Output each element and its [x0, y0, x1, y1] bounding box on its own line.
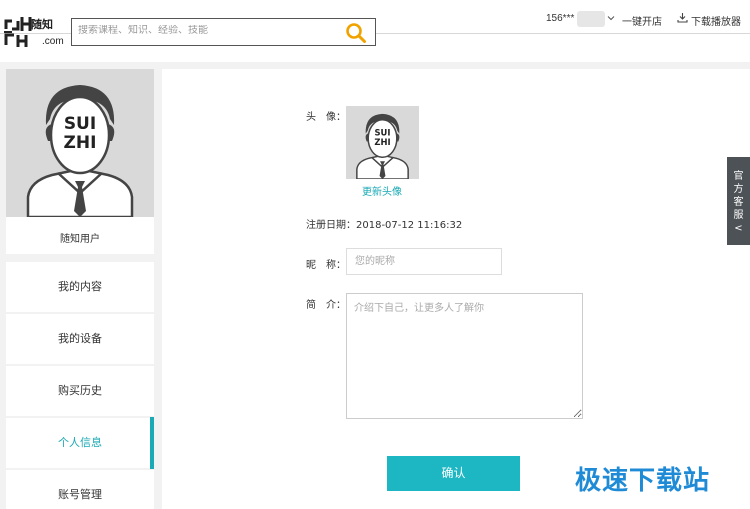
registration-date: 注册日期：2018-07-12 11:16:32: [306, 216, 462, 231]
download-player-link[interactable]: 下载播放器: [691, 13, 741, 28]
download-icon[interactable]: [677, 12, 688, 23]
svg-text:ZHI: ZHI: [374, 137, 390, 147]
svg-text:SUI: SUI: [375, 128, 391, 138]
change-avatar-link[interactable]: 更新头像: [362, 183, 402, 198]
customer-service-tab[interactable]: 官方客服 <: [727, 157, 750, 245]
nickname-field[interactable]: [346, 248, 502, 275]
search-box: [71, 18, 376, 46]
default-avatar-icon: SUI ZHI: [356, 113, 409, 179]
sidebar-item-account-management[interactable]: 账号管理: [6, 470, 154, 509]
nickname-label: 昵 称：: [306, 260, 346, 271]
registration-date-label: 注册日期：: [306, 220, 356, 231]
registration-date-value: 2018-07-12 11:16:32: [356, 220, 463, 231]
logo-text: 随知: [31, 18, 53, 31]
open-shop-link[interactable]: 一键开店: [622, 13, 662, 28]
confirm-button[interactable]: 确认: [387, 456, 520, 491]
chevron-down-icon[interactable]: [607, 14, 615, 22]
sidebar-item-purchase-history[interactable]: 购买历史: [6, 366, 154, 416]
sidebar-item-my-content[interactable]: 我的内容: [6, 262, 154, 312]
default-avatar-icon: SUI ZHI: [26, 85, 134, 217]
search-input[interactable]: [78, 25, 338, 36]
main-panel: [162, 69, 750, 509]
svg-text:ZHI: ZHI: [64, 133, 97, 153]
user-account-name[interactable]: 156***: [546, 13, 574, 24]
search-icon[interactable]: [345, 22, 367, 44]
chevron-left-icon: <: [734, 223, 743, 234]
logo-domain: .com: [42, 36, 64, 47]
bio-label: 简 介：: [306, 300, 346, 311]
masked-user-info: [577, 11, 605, 27]
customer-service-label: 官方客服: [733, 171, 744, 221]
watermark: 极速下载站: [575, 466, 711, 496]
profile-card: SUI ZHI 随知用户: [6, 69, 154, 254]
top-header: 随知 .com 156*** 一键开店 下载播放器: [0, 0, 750, 62]
svg-text:SUI: SUI: [64, 114, 96, 134]
profile-name: 随知用户: [60, 234, 100, 245]
active-menu-indicator: [150, 417, 154, 469]
avatar: SUI ZHI: [6, 69, 154, 217]
avatar[interactable]: SUI ZHI: [346, 106, 419, 179]
sidebar-item-personal-info[interactable]: 个人信息: [6, 418, 154, 468]
avatar-label: 头 像：: [306, 112, 346, 123]
sidebar-item-my-devices[interactable]: 我的设备: [6, 314, 154, 364]
bio-field[interactable]: [346, 293, 583, 419]
